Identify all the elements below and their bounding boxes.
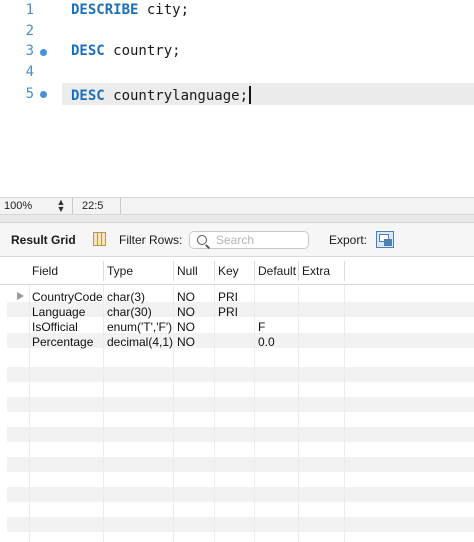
cell-null[interactable]: NO <box>177 290 195 304</box>
cursor-position: 22:5 <box>82 200 104 212</box>
empty-row-stripe <box>7 427 474 442</box>
code-line[interactable]: 4 <box>0 62 474 84</box>
sql-text: country; <box>104 43 181 59</box>
cell-null[interactable]: NO <box>177 320 195 334</box>
cell-field[interactable]: Language <box>32 305 85 319</box>
cell-field[interactable]: IsOfficial <box>32 320 78 334</box>
column-resizer[interactable] <box>344 261 345 281</box>
line-number: 3 <box>25 43 34 59</box>
export-label: Export: <box>329 233 368 247</box>
cell-field[interactable]: Percentage <box>32 335 93 349</box>
code-text[interactable]: DESC country; <box>71 43 181 59</box>
cell-type[interactable]: char(3) <box>107 290 145 304</box>
filter-rows-label: Filter Rows: <box>119 233 183 247</box>
column-header-null[interactable]: Null <box>177 264 198 278</box>
column-header-default[interactable]: Default <box>258 264 296 278</box>
table-row[interactable]: IsOfficial enum('T','F') NO F <box>0 319 474 334</box>
code-text[interactable]: DESCRIBE city; <box>71 2 189 18</box>
result-toolbar: Result Grid Filter Rows: Export: <box>0 223 474 257</box>
export-icon[interactable] <box>376 231 394 248</box>
sql-text: city; <box>138 2 190 18</box>
cell-type[interactable]: char(30) <box>107 305 152 319</box>
cell-key[interactable]: PRI <box>218 305 238 319</box>
table-row[interactable]: Language char(30) NO PRI <box>0 304 474 319</box>
line-number: 2 <box>25 23 34 39</box>
cell-default[interactable]: 0.0 <box>258 335 275 349</box>
empty-row-stripe <box>7 397 474 412</box>
status-divider <box>120 198 121 214</box>
line-number: 5 <box>25 86 34 102</box>
sql-keyword: DESC <box>71 43 105 59</box>
panel-splitter[interactable] <box>0 215 474 223</box>
chevron-updown-icon[interactable]: ▲ ▼ <box>55 198 67 214</box>
column-resizer[interactable] <box>254 261 255 281</box>
cell-default[interactable]: F <box>258 320 265 334</box>
cell-key[interactable]: PRI <box>218 290 238 304</box>
cell-field[interactable]: CountryCode <box>32 290 103 304</box>
text-cursor <box>249 86 251 104</box>
cell-null[interactable]: NO <box>177 335 195 349</box>
grid-header: Field Type Null Key Default Extra <box>0 257 474 285</box>
column-header-type[interactable]: Type <box>107 264 133 278</box>
code-line[interactable]: 2 <box>0 21 474 43</box>
empty-row-stripe <box>7 487 474 502</box>
column-header-key[interactable]: Key <box>218 264 239 278</box>
cell-null[interactable]: NO <box>177 305 195 319</box>
code-line[interactable]: 5 DESC countrylanguage; <box>0 83 474 105</box>
empty-row-stripe <box>7 457 474 472</box>
code-line[interactable]: 1 DESCRIBE city; <box>0 0 474 22</box>
cell-type[interactable]: decimal(4,1) <box>107 335 173 349</box>
result-grid-tab[interactable]: Result Grid <box>11 233 76 247</box>
result-grid-icon[interactable] <box>93 232 106 246</box>
code-text[interactable]: DESC countrylanguage; <box>71 86 251 104</box>
column-resizer[interactable] <box>103 261 104 281</box>
filter-search-box[interactable] <box>189 231 309 249</box>
column-resizer[interactable] <box>214 261 215 281</box>
cell-type[interactable]: enum('T','F') <box>107 320 172 334</box>
sql-keyword: DESCRIBE <box>71 2 139 18</box>
result-grid[interactable]: Field Type Null Key Default Extra Countr… <box>0 257 474 542</box>
line-number: 4 <box>25 64 34 80</box>
sql-editor[interactable]: 1 DESCRIBE city; 2 3 DESC country; 4 5 D… <box>0 0 474 197</box>
search-icon <box>197 235 207 245</box>
column-header-extra[interactable]: Extra <box>302 264 330 278</box>
editor-status-bar: 100% ▲ ▼ 22:5 <box>0 197 474 215</box>
statement-marker-dot[interactable] <box>40 49 47 56</box>
row-pointer-icon <box>17 292 24 300</box>
table-row[interactable]: Percentage decimal(4,1) NO 0.0 <box>0 334 474 349</box>
status-divider <box>72 198 73 214</box>
column-header-field[interactable]: Field <box>32 264 58 278</box>
column-resizer[interactable] <box>298 261 299 281</box>
empty-row-stripe <box>7 517 474 532</box>
line-number: 1 <box>25 2 34 18</box>
zoom-level[interactable]: 100% <box>4 200 32 212</box>
sql-keyword: DESC <box>71 88 105 104</box>
code-line[interactable]: 3 DESC country; <box>0 41 474 63</box>
filter-search-input[interactable] <box>216 233 306 247</box>
column-resizer[interactable] <box>173 261 174 281</box>
sql-text: countrylanguage; <box>104 88 249 104</box>
table-row[interactable]: CountryCode char(3) NO PRI <box>0 289 474 304</box>
empty-row-stripe <box>7 367 474 382</box>
statement-marker-dot[interactable] <box>40 91 47 98</box>
